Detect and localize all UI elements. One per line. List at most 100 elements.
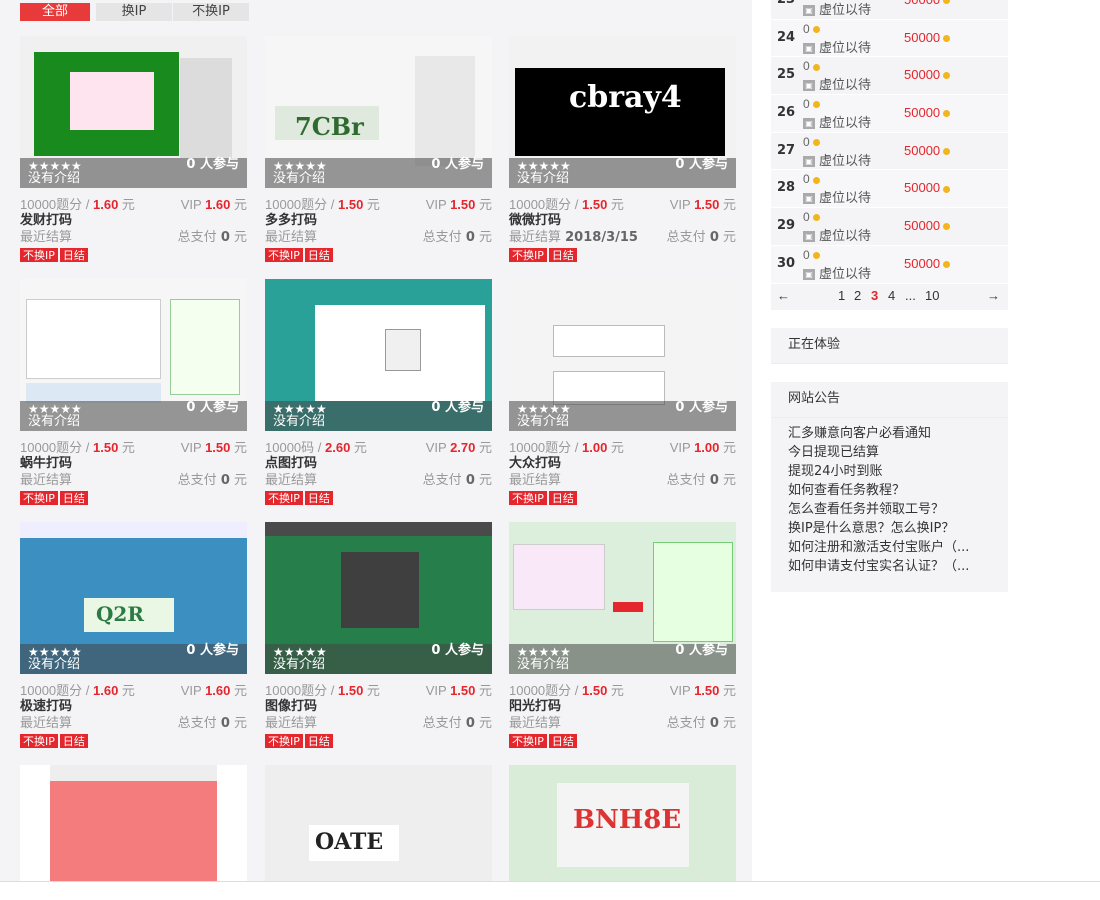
settlement-row: 最近结算 2018/3/15 总支付 0 元 xyxy=(509,229,736,247)
rank-user: ▣ 虚位以待 xyxy=(803,112,871,131)
task-thumbnail[interactable]: cbray4 ★★★★★ 0 人参与 没有介绍 xyxy=(509,36,736,188)
notice-item[interactable]: 如何申请支付宝实名认证？（... xyxy=(788,557,993,576)
notice-item[interactable]: 汇多赚意向客户必看通知 xyxy=(788,424,993,443)
task-thumbnail[interactable]: ★★★★★ 0 人参与 没有介绍 xyxy=(265,522,492,674)
task-card[interactable]: ★★★★★ 0 人参与 没有介绍 10000码 / 2.60 元 VIP 2.7… xyxy=(265,279,492,505)
task-card[interactable]: ★★★★★ 0 人参与 没有介绍 10000题分 / 1.50 元 VIP 1.… xyxy=(20,279,247,505)
pager-page-last[interactable]: 10 xyxy=(925,288,939,303)
task-name[interactable]: 蜗牛打码 xyxy=(20,455,247,472)
task-name[interactable]: 点图打码 xyxy=(265,455,492,472)
task-name[interactable]: 大众打码 xyxy=(509,455,736,472)
task-thumbnail[interactable]: ★★★★★ 0 人参与 没有介绍 xyxy=(509,522,736,674)
task-name[interactable]: 发财打码 xyxy=(20,212,247,229)
pager-page-current[interactable]: 3 xyxy=(871,288,878,303)
task-tags: 不换IP 日结 xyxy=(509,734,736,748)
task-thumbnail[interactable]: ★★★★★ 0 人参与 没有介绍 xyxy=(265,279,492,431)
vip-price: VIP 1.50 元 xyxy=(425,683,492,698)
task-thumbnail[interactable] xyxy=(20,765,247,882)
task-tags: 不换IP 日结 xyxy=(265,248,492,262)
task-card[interactable]: ★★★★★ 0 人参与 没有介绍 10000题分 / 1.50 元 VIP 1.… xyxy=(265,522,492,748)
total-paid: 总支付 0 元 xyxy=(422,473,492,488)
user-placeholder-icon: ▣ xyxy=(803,80,815,92)
task-name[interactable]: 阳光打码 xyxy=(509,698,736,715)
task-name[interactable]: 极速打码 xyxy=(20,698,247,715)
coin-icon xyxy=(812,252,820,260)
notice-list: 汇多赚意向客户必看通知 今日提现已结算 提现24小时到账 如何查看任务教程？ 怎… xyxy=(771,418,1008,592)
vip-price: VIP 1.50 元 xyxy=(425,197,492,212)
filter-change-ip[interactable]: 换IP xyxy=(96,3,172,21)
task-card[interactable] xyxy=(20,765,247,882)
user-placeholder-icon: ▣ xyxy=(803,231,815,243)
task-card[interactable]: Q2R ★★★★★ 0 人参与 没有介绍 10000题分 / 1.60 元 VI… xyxy=(20,522,247,748)
rank-user: ▣ 虚位以待 xyxy=(803,0,871,18)
rank-user: ▣ 虚位以待 xyxy=(803,74,871,93)
task-tags: 不换IP 日结 xyxy=(20,734,247,748)
notice-item[interactable]: 今日提现已结算 xyxy=(788,443,993,462)
task-thumbnail[interactable]: ★★★★★ 0 人参与 没有介绍 xyxy=(20,279,247,431)
task-card[interactable]: cbray4 ★★★★★ 0 人参与 没有介绍 10000题分 / 1.50 元… xyxy=(509,36,736,262)
pager-page-4[interactable]: 4 xyxy=(888,288,895,303)
pager-page-1[interactable]: 1 xyxy=(838,288,845,303)
task-thumbnail[interactable]: ★★★★★ 0 人参与 没有介绍 xyxy=(509,279,736,431)
total-paid: 总支付 0 元 xyxy=(422,230,492,245)
notice-item[interactable]: 如何注册和激活支付宝账户（... xyxy=(788,538,993,557)
tag-daily-settle: 日结 xyxy=(304,734,333,748)
rank-value: 50000 xyxy=(904,0,951,7)
last-settlement: 最近结算 xyxy=(20,473,73,488)
ranking-row: 24 0 ▣ 虚位以待 50000 xyxy=(771,19,1008,58)
last-settlement: 最近结算 xyxy=(509,716,562,731)
tag-no-change-ip: 不换IP xyxy=(509,248,547,262)
no-description-label: 没有介绍 xyxy=(28,171,81,186)
notice-item[interactable]: 提现24小时到账 xyxy=(788,462,993,481)
pager-prev-button[interactable]: ← xyxy=(777,288,790,303)
ranking-row: 29 0 ▣ 虚位以待 50000 xyxy=(771,208,1008,246)
notice-item[interactable]: 怎么查看任务并领取工号？ xyxy=(788,500,993,519)
rank-score: 0 xyxy=(803,22,820,36)
task-thumbnail[interactable]: Q2R ★★★★★ 0 人参与 没有介绍 xyxy=(20,522,247,674)
filter-no-change-ip[interactable]: 不换IP xyxy=(173,3,249,21)
notice-item[interactable]: 如何查看任务教程？ xyxy=(788,481,993,500)
task-name[interactable]: 微微打码 xyxy=(509,212,736,229)
pager-ellipsis: ... xyxy=(905,287,916,303)
price-row: 10000题分 / 1.50 元 VIP 1.50 元 xyxy=(265,192,492,212)
task-thumbnail[interactable]: 7CBr ★★★★★ 0 人参与 没有介绍 xyxy=(265,36,492,188)
task-thumbnail[interactable]: OATE xyxy=(265,765,492,882)
task-card[interactable]: ★★★★★ 0 人参与 没有介绍 10000题分 / 1.50 元 VIP 1.… xyxy=(509,522,736,748)
last-settlement: 最近结算 2018/3/15 xyxy=(509,230,638,245)
task-tags: 不换IP 日结 xyxy=(265,734,492,748)
no-description-label: 没有介绍 xyxy=(517,414,570,429)
settlement-row: 最近结算 总支付 0 元 xyxy=(265,229,492,247)
task-card[interactable]: 7CBr ★★★★★ 0 人参与 没有介绍 10000题分 / 1.50 元 V… xyxy=(265,36,492,262)
task-thumbnail[interactable]: BNH8E xyxy=(509,765,736,882)
task-name[interactable]: 图像打码 xyxy=(265,698,492,715)
thumbnail-overlay: ★★★★★ 0 人参与 没有介绍 xyxy=(20,644,247,674)
notice-item[interactable]: 换IP是什么意思？怎么换IP？ xyxy=(788,519,993,538)
pager-page-2[interactable]: 2 xyxy=(854,288,861,303)
sidebar: 23 0 ▣虚位以待 50000 24 0 ▣虚位以待 50000 25 0 ▣… xyxy=(771,0,1008,592)
rank-number: 25 xyxy=(777,67,796,83)
price-row: 10000题分 / 1.60 元 VIP 1.60 元 xyxy=(20,192,247,212)
task-thumbnail[interactable]: ★★★★★ 0 人参与 没有介绍 xyxy=(20,36,247,188)
pager-next-button[interactable]: → xyxy=(987,288,1000,303)
rank-value: 50000 xyxy=(904,256,951,271)
rank-number: 29 xyxy=(777,218,796,234)
settlement-row: 最近结算 总支付 0 元 xyxy=(265,715,492,733)
task-card[interactable]: OATE xyxy=(265,765,492,882)
coin-icon xyxy=(812,176,820,184)
task-name[interactable]: 多多打码 xyxy=(265,212,492,229)
task-card[interactable]: ★★★★★ 0 人参与 没有介绍 10000题分 / 1.00 元 VIP 1.… xyxy=(509,279,736,505)
user-placeholder-icon: ▣ xyxy=(803,193,815,205)
total-paid: 总支付 0 元 xyxy=(666,716,736,731)
settlement-row: 最近结算 总支付 0 元 xyxy=(509,472,736,490)
thumbnail-overlay: ★★★★★ 0 人参与 没有介绍 xyxy=(20,401,247,431)
task-card[interactable]: ★★★★★ 0 人参与 没有介绍 10000题分 / 1.60 元 VIP 1.… xyxy=(20,36,247,262)
vip-price: VIP 2.70 元 xyxy=(425,440,492,455)
task-card[interactable]: BNH8E xyxy=(509,765,736,882)
vip-price: VIP 1.60 元 xyxy=(180,197,247,212)
rank-value: 50000 xyxy=(904,143,951,158)
ranking-list: 23 0 ▣虚位以待 50000 24 0 ▣虚位以待 50000 25 0 ▣… xyxy=(771,0,1008,284)
task-tags: 不换IP 日结 xyxy=(265,491,492,505)
filter-all[interactable]: 全部 xyxy=(20,3,90,21)
coin-icon xyxy=(812,101,820,109)
tag-no-change-ip: 不换IP xyxy=(509,734,547,748)
